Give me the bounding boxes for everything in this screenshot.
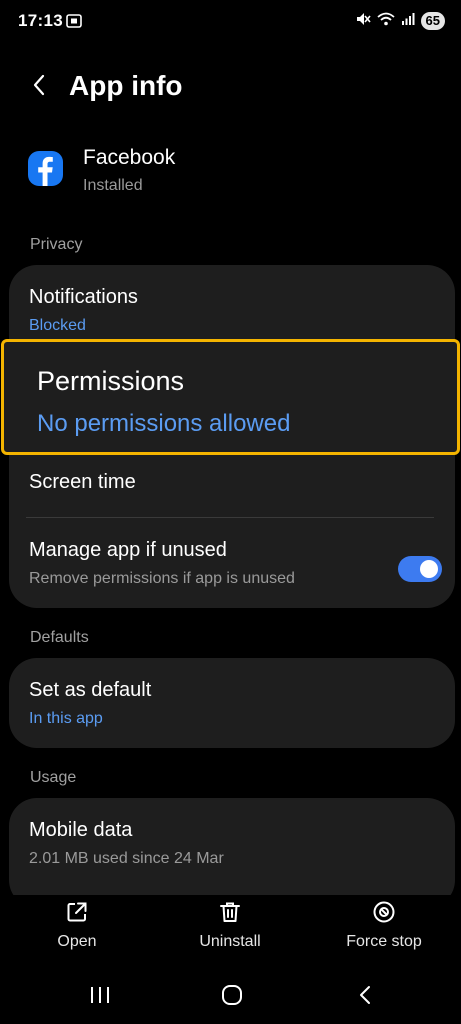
home-icon[interactable]: [212, 980, 252, 1010]
app-header: Facebook Installed: [0, 140, 461, 202]
mute-icon: [355, 11, 371, 32]
uninstall-button[interactable]: Uninstall: [175, 899, 285, 961]
header: App info: [0, 60, 461, 112]
trash-icon: [217, 899, 243, 925]
toggle-knob: [420, 560, 438, 578]
app-name: Facebook: [83, 146, 176, 169]
manage-unused-toggle[interactable]: [398, 556, 442, 582]
battery-icon: 65: [420, 12, 445, 30]
page-title: App info: [69, 70, 183, 101]
set-as-default-title: Set as default: [29, 679, 152, 701]
section-label-privacy: Privacy: [30, 236, 83, 253]
recents-icon[interactable]: [80, 980, 120, 1010]
open-label: Open: [57, 933, 97, 950]
notifications-title: Notifications: [29, 286, 138, 308]
manage-unused-title: Manage app if unused: [29, 539, 227, 561]
screenshot-icon: [66, 14, 82, 28]
manage-unused-item[interactable]: Manage app if unused Remove permissions …: [9, 525, 455, 605]
manage-unused-subtitle: Remove permissions if app is unused: [29, 570, 295, 587]
divider: [26, 517, 434, 518]
force-stop-label: Force stop: [346, 933, 422, 950]
mobile-data-title: Mobile data: [29, 819, 133, 841]
open-external-icon: [64, 899, 90, 925]
notifications-value: Blocked: [29, 317, 86, 334]
wifi-icon: [376, 11, 395, 32]
open-button[interactable]: Open: [22, 899, 132, 961]
force-stop-button[interactable]: Force stop: [329, 899, 439, 961]
usage-card: Mobile data 2.01 MB used since 24 Mar: [9, 798, 455, 908]
facebook-icon: [28, 151, 63, 186]
block-icon: [371, 899, 397, 925]
set-as-default-value: In this app: [29, 710, 103, 727]
permissions-title: Permissions: [37, 366, 185, 396]
screen-time-title: Screen time: [29, 471, 136, 493]
section-label-usage: Usage: [30, 769, 77, 786]
chevron-left-icon: [33, 74, 45, 96]
defaults-card: Set as default In this app: [9, 658, 455, 748]
app-status: Installed: [83, 177, 143, 194]
signal-icon: [401, 12, 415, 31]
mobile-data-item[interactable]: Mobile data 2.01 MB used since 24 Mar: [9, 798, 455, 888]
status-bar: 17:13 65: [0, 0, 461, 44]
bottom-action-bar: Open Uninstall Force stop: [0, 895, 461, 965]
mobile-data-value: 2.01 MB used since 24 Mar: [29, 850, 224, 867]
screen-time-item[interactable]: Screen time: [9, 459, 455, 519]
back-icon[interactable]: [345, 980, 385, 1010]
notifications-item[interactable]: Notifications Blocked: [9, 265, 455, 339]
uninstall-label: Uninstall: [199, 933, 261, 950]
system-nav-bar: [0, 965, 461, 1024]
permissions-value: No permissions allowed: [37, 410, 291, 437]
status-icons: 65: [355, 11, 445, 31]
back-button[interactable]: [22, 68, 56, 102]
set-as-default-item[interactable]: Set as default In this app: [9, 658, 455, 748]
permissions-item[interactable]: Permissions No permissions allowed: [1, 339, 460, 455]
status-time: 17:13: [18, 11, 63, 30]
section-label-defaults: Defaults: [30, 629, 89, 646]
